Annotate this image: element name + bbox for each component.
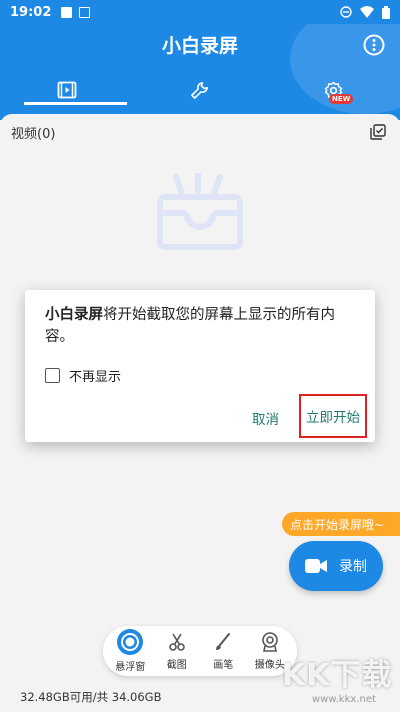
checkbox-label: 不再显示 <box>69 370 122 385</box>
tool-brush[interactable]: 画笔 <box>201 631 245 671</box>
app-title: 小白录屏 <box>161 35 238 57</box>
wifi-icon <box>360 6 374 18</box>
dialog-message: 小白录屏将开始截取您的屏幕上显示的所有内容。 <box>45 304 361 348</box>
status-bar: 19:02 <box>0 0 400 24</box>
notification-icon <box>61 6 73 18</box>
scissors-icon <box>168 633 185 651</box>
record-button-label: 录制 <box>339 559 367 575</box>
tool-label: 悬浮窗 <box>115 662 146 673</box>
active-tab-indicator <box>24 102 127 105</box>
notification-a-icon <box>79 6 91 18</box>
dont-show-again-checkbox[interactable]: 不再显示 <box>45 366 121 385</box>
storage-info: 32.48GB可用/共 34.06GB <box>20 690 162 704</box>
dialog-app-name: 小白录屏 <box>45 307 103 323</box>
app-header: 小白录屏 NEW <box>0 24 400 120</box>
tool-label: 截图 <box>166 660 187 671</box>
floating-window-icon <box>117 629 144 655</box>
battery-icon <box>382 5 390 19</box>
start-now-label: 立即开始 <box>306 410 360 426</box>
wrench-icon <box>191 81 209 99</box>
more-info-icon[interactable] <box>362 33 386 57</box>
floating-toolbar: 悬浮窗 截图 画笔 摄像头 <box>103 626 297 676</box>
start-now-button[interactable]: 立即开始 <box>299 394 367 438</box>
permission-dialog: 小白录屏将开始截取您的屏幕上显示的所有内容。 不再显示 取消 立即开始 <box>25 290 375 442</box>
camera-head-icon <box>261 632 278 652</box>
tab-settings[interactable] <box>267 70 400 110</box>
record-button[interactable]: 录制 <box>289 541 383 591</box>
tab-tools[interactable] <box>133 70 266 110</box>
tool-floating-window[interactable]: 悬浮窗 <box>108 629 152 673</box>
watermark-url: www.kkx.net <box>312 694 376 705</box>
record-hint-bubble: 点击开始录屏哦~ <box>282 512 400 536</box>
video-camera-icon <box>305 559 327 573</box>
multi-select-icon[interactable] <box>370 124 386 140</box>
empty-box-icon <box>157 173 243 250</box>
new-badge: NEW <box>329 94 354 104</box>
checkbox-box[interactable] <box>45 368 60 383</box>
watermark: KK下载 <box>282 658 393 693</box>
cancel-button[interactable]: 取消 <box>252 408 279 428</box>
brush-icon <box>216 633 231 650</box>
dnd-icon <box>340 6 352 18</box>
tool-label: 画笔 <box>213 660 234 671</box>
tool-screenshot[interactable]: 截图 <box>155 631 199 671</box>
status-time: 19:02 <box>10 4 52 20</box>
tool-label: 摄像头 <box>254 660 285 671</box>
video-count-label: 视频(0) <box>11 127 56 142</box>
video-library-icon <box>57 81 77 99</box>
